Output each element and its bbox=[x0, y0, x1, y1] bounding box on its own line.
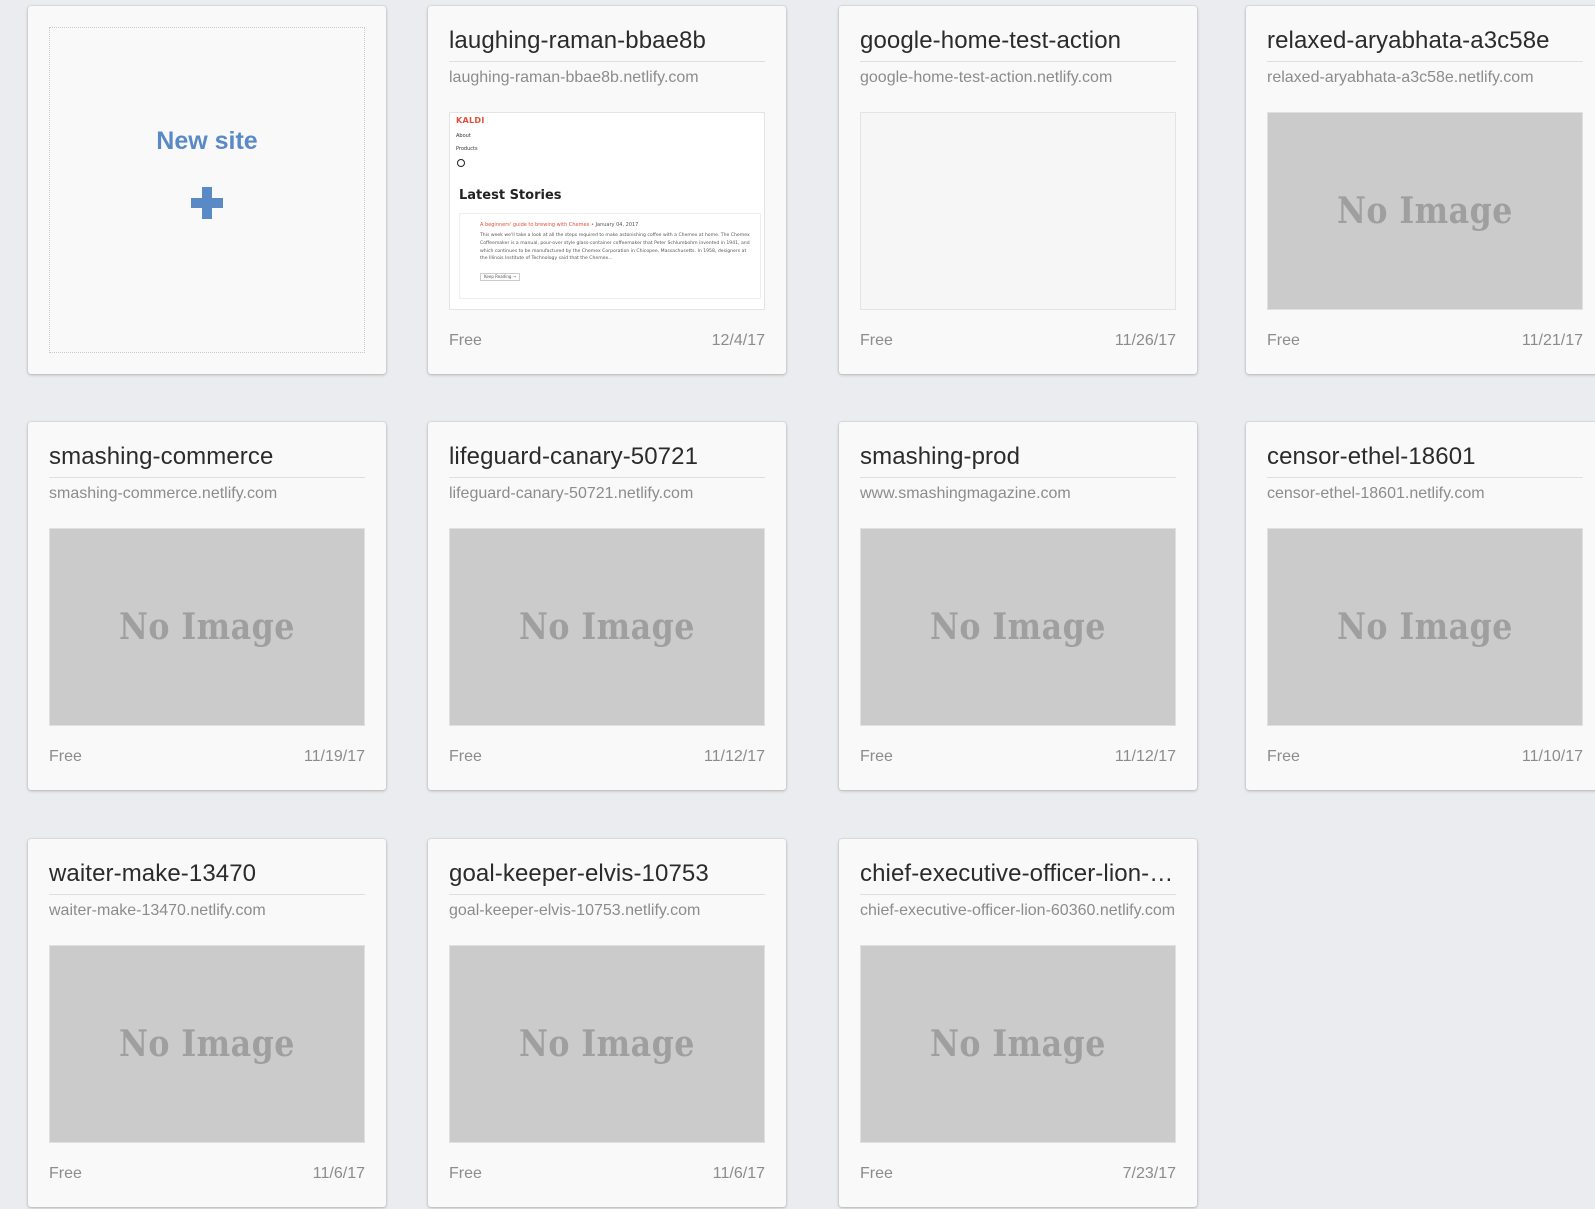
site-preview: KALDI About Products Latest Stories A be… bbox=[450, 113, 764, 309]
site-plan: Free bbox=[449, 748, 482, 765]
site-thumbnail[interactable] bbox=[860, 112, 1176, 310]
site-date: 7/23/17 bbox=[1122, 1165, 1176, 1182]
site-date: 11/12/17 bbox=[1114, 748, 1176, 765]
site-plan: Free bbox=[49, 748, 82, 765]
site-name[interactable]: goal-keeper-elvis-10753 bbox=[449, 860, 765, 895]
preview-post-date: January 04, 2017 bbox=[595, 222, 639, 228]
site-plan: Free bbox=[860, 748, 893, 765]
site-card[interactable]: smashing-prod www.smashingmagazine.com N… bbox=[839, 422, 1197, 790]
site-card[interactable]: waiter-make-13470 waiter-make-13470.netl… bbox=[28, 839, 386, 1207]
site-thumbnail[interactable]: KALDI About Products Latest Stories A be… bbox=[449, 112, 765, 310]
site-name[interactable]: waiter-make-13470 bbox=[49, 860, 365, 895]
site-name[interactable]: laughing-raman-bbae8b bbox=[449, 27, 765, 62]
site-thumbnail[interactable]: No Image bbox=[49, 528, 365, 726]
site-url[interactable]: relaxed-aryabhata-a3c58e.netlify.com bbox=[1267, 69, 1583, 87]
preview-heading: Latest Stories bbox=[459, 188, 562, 203]
preview-post: A beginners' guide to brewing with Cheme… bbox=[459, 213, 761, 299]
site-url[interactable]: google-home-test-action.netlify.com bbox=[860, 69, 1176, 87]
site-url[interactable]: chief-executive-officer-lion-60360.netli… bbox=[860, 902, 1176, 920]
site-plan: Free bbox=[449, 332, 482, 349]
site-name[interactable]: smashing-commerce bbox=[49, 443, 365, 478]
site-name[interactable]: google-home-test-action bbox=[860, 27, 1176, 62]
site-thumbnail[interactable]: No Image bbox=[860, 528, 1176, 726]
no-image-placeholder: No Image bbox=[1337, 190, 1513, 232]
preview-post-title-text: A beginners' guide to brewing with Cheme… bbox=[480, 222, 590, 228]
site-plan: Free bbox=[860, 1165, 893, 1182]
preview-post-body: This week we'll take a look at all the s… bbox=[480, 233, 750, 262]
site-thumbnail[interactable]: No Image bbox=[860, 945, 1176, 1143]
site-url[interactable]: lifeguard-canary-50721.netlify.com bbox=[449, 485, 765, 503]
no-image-placeholder: No Image bbox=[930, 1023, 1106, 1065]
plus-icon[interactable] bbox=[191, 187, 223, 219]
github-icon bbox=[457, 159, 465, 167]
site-card[interactable]: chief-executive-officer-lion-60360 chief… bbox=[839, 839, 1197, 1207]
site-date: 11/26/17 bbox=[1114, 332, 1176, 349]
site-date: 11/10/17 bbox=[1521, 748, 1583, 765]
no-image-placeholder: No Image bbox=[1337, 606, 1513, 648]
no-image-placeholder: No Image bbox=[119, 1023, 295, 1065]
site-card[interactable]: laughing-raman-bbae8b laughing-raman-bba… bbox=[428, 6, 786, 374]
preview-keep-reading: Keep Reading → bbox=[480, 273, 521, 282]
site-plan: Free bbox=[1267, 748, 1300, 765]
site-thumbnail[interactable]: No Image bbox=[449, 528, 765, 726]
no-image-placeholder: No Image bbox=[119, 606, 295, 648]
new-site-card[interactable]: New site bbox=[28, 6, 386, 374]
site-url[interactable]: goal-keeper-elvis-10753.netlify.com bbox=[449, 902, 765, 920]
no-image-placeholder: No Image bbox=[930, 606, 1106, 648]
site-plan: Free bbox=[49, 1165, 82, 1182]
site-card[interactable]: lifeguard-canary-50721 lifeguard-canary-… bbox=[428, 422, 786, 790]
site-name[interactable]: smashing-prod bbox=[860, 443, 1176, 478]
new-site-label: New site bbox=[156, 127, 258, 155]
site-name[interactable]: censor-ethel-18601 bbox=[1267, 443, 1583, 478]
site-date: 11/6/17 bbox=[312, 1165, 365, 1182]
new-site-dropzone[interactable]: New site bbox=[49, 27, 365, 353]
no-image-placeholder: No Image bbox=[519, 606, 695, 648]
site-url[interactable]: waiter-make-13470.netlify.com bbox=[49, 902, 365, 920]
site-plan: Free bbox=[1267, 332, 1300, 349]
site-thumbnail[interactable]: No Image bbox=[449, 945, 765, 1143]
sites-grid: New site laughing-raman-bbae8b laughing-… bbox=[0, 0, 1595, 1209]
site-card[interactable]: goal-keeper-elvis-10753 goal-keeper-elvi… bbox=[428, 839, 786, 1207]
site-name[interactable]: relaxed-aryabhata-a3c58e bbox=[1267, 27, 1583, 62]
site-date: 11/6/17 bbox=[712, 1165, 765, 1182]
site-thumbnail[interactable]: No Image bbox=[1267, 112, 1583, 310]
site-plan: Free bbox=[860, 332, 893, 349]
site-card[interactable]: smashing-commerce smashing-commerce.netl… bbox=[28, 422, 386, 790]
site-card[interactable]: google-home-test-action google-home-test… bbox=[839, 6, 1197, 374]
site-date: 11/19/17 bbox=[303, 748, 365, 765]
site-thumbnail[interactable]: No Image bbox=[1267, 528, 1583, 726]
site-url[interactable]: smashing-commerce.netlify.com bbox=[49, 485, 365, 503]
no-image-placeholder: No Image bbox=[519, 1023, 695, 1065]
site-date: 12/4/17 bbox=[711, 332, 765, 349]
site-card[interactable]: relaxed-aryabhata-a3c58e relaxed-aryabha… bbox=[1246, 6, 1595, 374]
site-date: 11/21/17 bbox=[1521, 332, 1583, 349]
site-plan: Free bbox=[449, 1165, 482, 1182]
site-url[interactable]: www.smashingmagazine.com bbox=[860, 485, 1176, 503]
site-date: 11/12/17 bbox=[703, 748, 765, 765]
site-card[interactable]: censor-ethel-18601 censor-ethel-18601.ne… bbox=[1246, 422, 1595, 790]
site-url[interactable]: censor-ethel-18601.netlify.com bbox=[1267, 485, 1583, 503]
site-name[interactable]: lifeguard-canary-50721 bbox=[449, 443, 765, 478]
preview-nav-products: Products bbox=[456, 146, 478, 152]
site-url[interactable]: laughing-raman-bbae8b.netlify.com bbox=[449, 69, 765, 87]
site-thumbnail[interactable]: No Image bbox=[49, 945, 365, 1143]
site-name[interactable]: chief-executive-officer-lion-60360 bbox=[860, 860, 1176, 895]
preview-post-title: A beginners' guide to brewing with Cheme… bbox=[480, 222, 639, 228]
preview-brand: KALDI bbox=[456, 116, 485, 125]
preview-nav-about: About bbox=[456, 133, 471, 139]
